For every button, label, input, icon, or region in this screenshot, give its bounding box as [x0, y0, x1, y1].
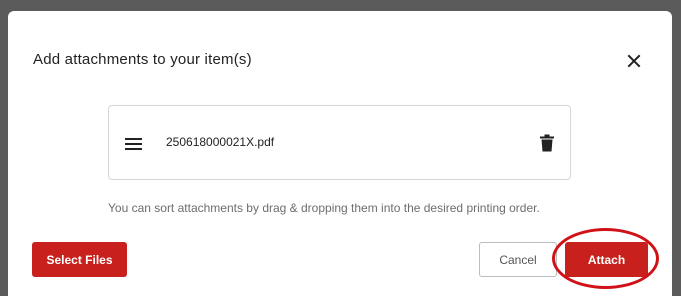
close-icon	[627, 54, 641, 68]
close-button[interactable]	[625, 52, 643, 70]
sort-hint-text: You can sort attachments by drag & dropp…	[108, 201, 540, 215]
cancel-button[interactable]: Cancel	[479, 242, 557, 277]
delete-attachment-button[interactable]	[540, 134, 554, 152]
trash-icon	[540, 134, 554, 152]
drag-handle-icon[interactable]	[125, 137, 142, 151]
attachment-file-name: 250618000021X.pdf	[166, 135, 275, 149]
dialog-title: Add attachments to your item(s)	[33, 51, 252, 68]
select-files-button[interactable]: Select Files	[32, 242, 127, 277]
attachment-list: 250618000021X.pdf	[108, 105, 571, 180]
attach-button[interactable]: Attach	[565, 242, 648, 277]
attachments-dialog: Add attachments to your item(s) 25061800…	[8, 11, 672, 296]
